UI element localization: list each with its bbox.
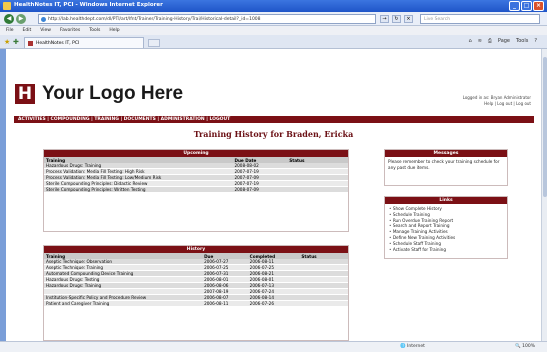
history-heading: History (44, 246, 348, 253)
close-button[interactable]: × (533, 1, 544, 11)
history-table: Training Due Completed Status Aseptic Te… (44, 253, 348, 307)
logo-text: Your Logo Here (42, 83, 184, 104)
history-panel: History Training Due Completed Status As… (43, 245, 349, 341)
due-date: 2006-08-11 (202, 300, 248, 307)
address-url: http://lab.healthdept.com/dl/PTI/art/lfn… (48, 17, 261, 22)
completed-date: 2006-07-26 (247, 300, 300, 307)
due-date: 2008-07-09 (232, 186, 288, 193)
links-list: Show Complete History Schedule Training … (385, 204, 507, 254)
status-bar: 🌐 Internet 🔍 100% (0, 341, 547, 352)
login-info: Logged in as: Bryan Administrator Help |… (463, 95, 531, 107)
ie-app-icon (3, 2, 11, 10)
add-favorites-icon[interactable]: ✚ (13, 38, 21, 46)
main-navigation[interactable]: ACTIVITIES | COMPOUNDING | TRAINING | DO… (14, 116, 534, 123)
messages-panel: Messages Please remember to check your t… (384, 149, 508, 186)
zoom-control[interactable]: 🔍 100% (515, 344, 535, 349)
menu-help[interactable]: Help (109, 28, 119, 33)
links-panel: Links Show Complete History Schedule Tra… (384, 196, 508, 259)
logo-mark: H (15, 84, 35, 104)
table-row[interactable]: Sterile Compounding Principles: Written … (44, 186, 348, 193)
page-icon (41, 17, 46, 22)
table-row[interactable]: Patient and Caregiver Training 2006-08-1… (44, 300, 348, 307)
address-bar[interactable]: http://lab.healthdept.com/dl/PTI/art/lfn… (38, 14, 376, 24)
feeds-icon[interactable]: ≋ (478, 38, 482, 44)
stop-button[interactable]: × (404, 15, 413, 23)
upcoming-panel: Upcoming Training Due Date Status Hazard… (43, 149, 349, 232)
command-bar: ⌂ ≋ ⎙ Page Tools ? (469, 38, 538, 44)
upcoming-table: Training Due Date Status Hazardous Drugs… (44, 157, 348, 193)
help-icon[interactable]: ? (534, 38, 537, 44)
menu-edit[interactable]: Edit (23, 28, 32, 33)
browser-tab[interactable]: HealthNotes IT, PCI (24, 37, 144, 48)
maximize-button[interactable]: □ (521, 1, 532, 11)
training-name[interactable]: Sterile Compounding Principles: Written … (44, 186, 233, 193)
link-activate-staff[interactable]: Activate Staff for Training (393, 247, 504, 253)
search-input[interactable]: Live Search (420, 14, 540, 24)
print-icon[interactable]: ⎙ (488, 38, 492, 44)
window-titlebar: HealthNotes IT, PCI - Windows Internet E… (0, 0, 547, 12)
tab-bar: ★ ✚ HealthNotes IT, PCI ⌂ ≋ ⎙ Page Tools… (0, 35, 547, 49)
zoom-level: 100% (522, 344, 535, 349)
new-tab-button[interactable] (148, 39, 160, 47)
site-logo[interactable]: H Your Logo Here (15, 83, 183, 105)
scrollbar-thumb[interactable] (543, 57, 547, 197)
status (299, 300, 348, 307)
training-name[interactable]: Patient and Caregiver Training (44, 300, 203, 307)
menu-favorites[interactable]: Favorites (60, 28, 80, 33)
minimize-button[interactable]: _ (509, 1, 520, 11)
forward-button[interactable]: ▶ (16, 14, 26, 24)
security-zone: 🌐 Internet (400, 344, 425, 349)
refresh-button[interactable]: ↻ (392, 15, 401, 23)
tools-menu[interactable]: Tools (516, 38, 528, 44)
favorites-star-icon[interactable]: ★ (4, 38, 12, 46)
page-content: H Your Logo Here Logged in as: Bryan Adm… (6, 49, 541, 341)
page-title: Training History for Braden, Ericka (193, 129, 354, 139)
home-icon[interactable]: ⌂ (469, 38, 472, 44)
login-links[interactable]: Help | Log out | Log out (463, 101, 531, 107)
page-menu[interactable]: Page (498, 38, 510, 44)
menu-file[interactable]: File (6, 28, 14, 33)
window-controls: _ □ × (509, 1, 544, 11)
menu-view[interactable]: View (40, 28, 51, 33)
tab-favicon (28, 41, 33, 46)
links-heading: Links (385, 197, 507, 204)
zone-label: Internet (407, 344, 425, 349)
messages-body: Please remember to check your training s… (388, 159, 500, 170)
menu-tools[interactable]: Tools (89, 28, 100, 33)
tab-label: HealthNotes IT, PCI (36, 41, 80, 46)
back-button[interactable]: ◀ (4, 14, 14, 24)
browser-navbar: ◀ ▶ http://lab.healthdept.com/dl/PTI/art… (0, 12, 547, 26)
menu-bar: File Edit View Favorites Tools Help (0, 26, 547, 35)
upcoming-heading: Upcoming (44, 150, 348, 157)
status (287, 186, 348, 193)
go-button[interactable]: → (380, 15, 389, 23)
window-title: HealthNotes IT, PCI - Windows Internet E… (14, 2, 163, 8)
messages-heading: Messages (385, 150, 507, 157)
vertical-scrollbar[interactable] (541, 49, 547, 341)
